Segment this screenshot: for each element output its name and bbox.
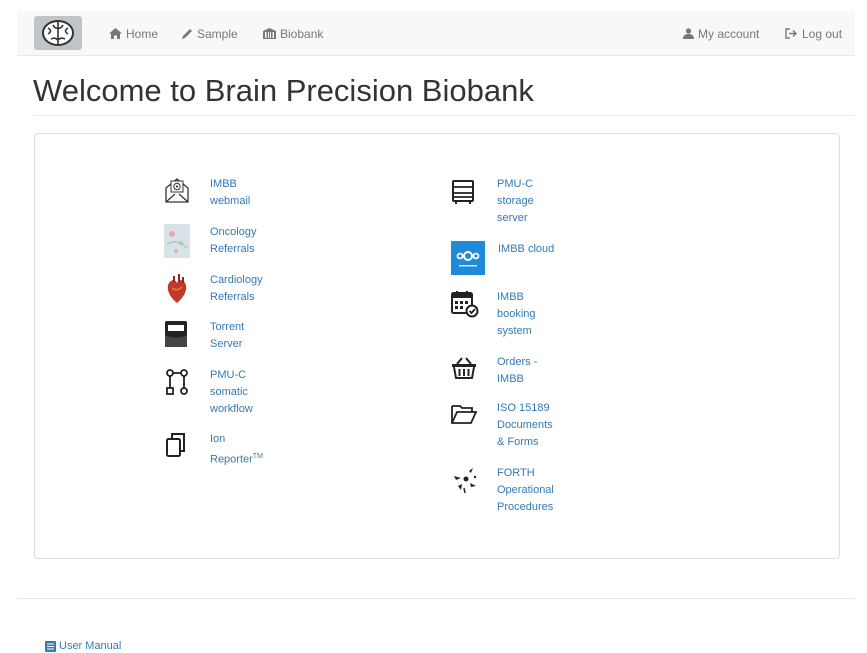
mail-icon — [164, 176, 190, 206]
link-oncology-referrals[interactable]: Oncology Referrals — [164, 224, 288, 258]
oncology-thumbnail — [164, 224, 190, 258]
forth-logo-icon — [451, 465, 477, 495]
link-booking-line1: IMBB — [497, 291, 524, 303]
link-ion-reporter[interactable]: Ion ReporterTM — [164, 431, 288, 469]
nav-log-out[interactable]: Log out — [785, 11, 842, 56]
links-panel: IMBB webmail Oncology Referrals Cardiolo… — [34, 133, 840, 559]
link-pmuc-storage-server[interactable]: PMU-C storage server — [451, 176, 575, 227]
nav-home-label: Home — [126, 26, 159, 41]
link-booking-line2: booking — [497, 308, 536, 320]
title-divider — [33, 115, 855, 116]
link-imbb-webmail-line2: webmail — [210, 195, 251, 207]
trademark-sup: TM — [252, 453, 263, 460]
page-title: Welcome to Brain Precision Biobank — [33, 73, 534, 108]
link-imbb-cloud[interactable]: IMBB cloud — [451, 241, 576, 275]
nav-log-out-label: Log out — [802, 26, 843, 41]
user-icon — [683, 28, 694, 39]
workflow-icon — [164, 367, 190, 397]
link-storage-line1: PMU-C — [497, 178, 534, 190]
link-storage-line3: server — [497, 212, 528, 224]
calendar-icon — [451, 289, 479, 319]
navbar: Home Sample Biobank My account Log out — [17, 11, 855, 56]
link-forth-operational-procedures[interactable]: FORTH Operational Procedures — [451, 465, 575, 516]
link-imbb-booking-system[interactable]: IMBB booking system — [451, 289, 575, 340]
nav-sample[interactable]: Sample — [182, 11, 238, 56]
link-booking-line3: system — [497, 325, 532, 337]
nav-sample-label: Sample — [197, 26, 238, 41]
brain-logo-icon[interactable] — [33, 15, 83, 51]
link-cardiology-referrals[interactable]: Cardiology Referrals — [164, 272, 288, 306]
link-cloud-line1: IMBB cloud — [498, 243, 555, 255]
building-icon — [263, 28, 276, 39]
link-imbb-webmail-line1: IMBB — [210, 178, 237, 190]
link-cardiology-line1: Cardiology — [210, 274, 263, 286]
home-icon — [109, 28, 122, 39]
footer-divider — [17, 598, 855, 599]
log-out-icon — [785, 28, 797, 39]
folder-icon — [451, 400, 478, 430]
basket-icon — [451, 354, 477, 384]
link-iso-line3: & Forms — [497, 436, 539, 448]
link-ion-reporter-line1: Ion — [210, 433, 226, 445]
link-pmuc-somatic-line3: workflow — [210, 403, 253, 415]
link-oncology-line2: Referrals — [210, 243, 255, 255]
nav-my-account[interactable]: My account — [683, 11, 759, 56]
link-forth-line1: FORTH — [497, 467, 535, 479]
nav-home[interactable]: Home — [109, 11, 158, 56]
link-forth-line3: Procedures — [497, 501, 554, 513]
nav-my-account-label: My account — [698, 26, 760, 41]
link-torrent-line2: Server — [210, 338, 243, 350]
link-pmuc-somatic-line2: somatic — [210, 386, 248, 398]
link-pmuc-somatic-workflow[interactable]: PMU-C somatic workflow — [164, 367, 288, 418]
server-icon — [451, 176, 477, 206]
nav-biobank-label: Biobank — [280, 26, 324, 41]
cloud-icon — [451, 241, 485, 275]
link-iso-line2: Documents — [497, 419, 553, 431]
link-torrent-server[interactable]: Torrent Server — [164, 319, 288, 353]
torrent-server-icon — [164, 319, 190, 349]
heart-icon — [164, 272, 190, 303]
link-iso-15189-documents[interactable]: ISO 15189 Documents & Forms — [451, 400, 575, 451]
link-pmuc-somatic-line1: PMU-C — [210, 369, 247, 381]
link-iso-line1: ISO 15189 — [497, 402, 550, 414]
nav-biobank[interactable]: Biobank — [263, 11, 323, 56]
pencil-icon — [182, 29, 192, 39]
link-oncology-line1: Oncology — [210, 226, 257, 238]
book-icon — [45, 640, 56, 652]
user-manual-link[interactable]: User Manual — [45, 640, 121, 652]
link-cardiology-line2: Referrals — [210, 291, 255, 303]
link-orders-line2: IMBB — [497, 373, 524, 385]
link-orders-line1: Orders - — [497, 356, 538, 368]
copy-icon — [164, 431, 190, 461]
link-torrent-line1: Torrent — [210, 321, 245, 333]
link-ion-reporter-line2: Reporter — [210, 453, 253, 466]
user-manual-label: User Manual — [59, 640, 122, 652]
link-forth-line2: Operational — [497, 484, 554, 496]
link-orders-imbb[interactable]: Orders - IMBB — [451, 354, 575, 388]
link-storage-line2: storage — [497, 195, 534, 207]
link-imbb-webmail[interactable]: IMBB webmail — [164, 176, 288, 210]
